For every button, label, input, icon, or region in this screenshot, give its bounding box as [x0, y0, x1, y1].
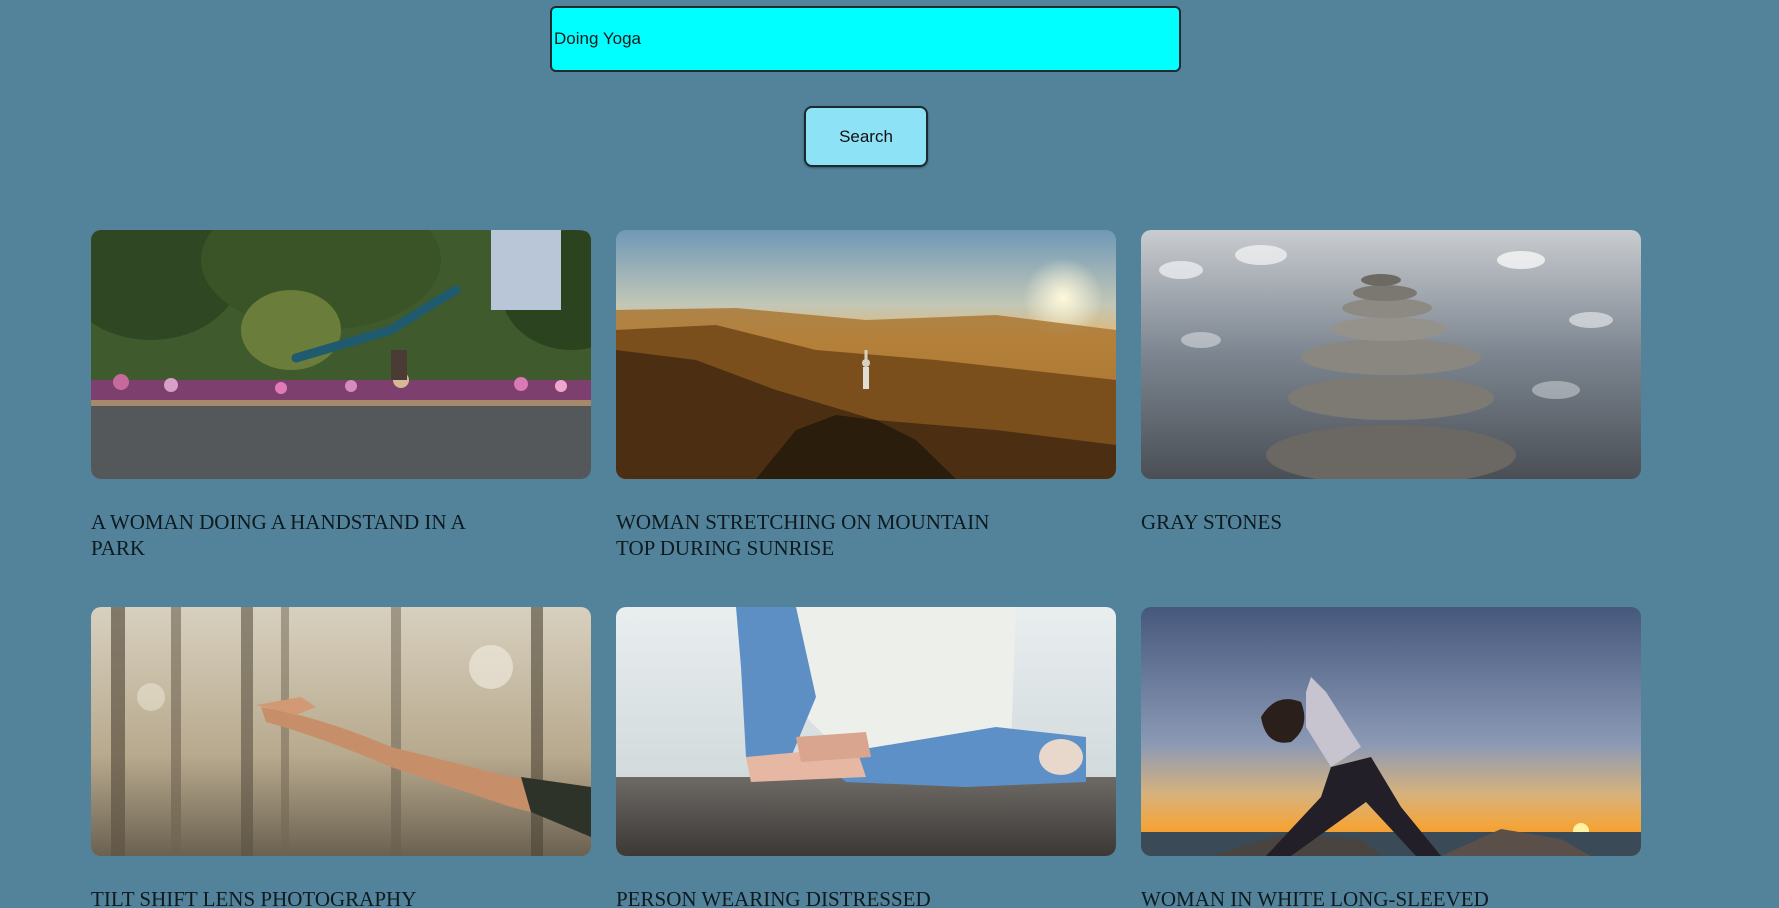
result-caption: GRAY STONES	[1141, 510, 1283, 534]
result-image-distressed-jeans[interactable]	[616, 607, 1116, 856]
result-card[interactable]: WOMAN STRETCHING ON MOUNTAIN TOP DURING …	[616, 230, 1116, 561]
result-card[interactable]: WOMAN IN WHITE LONG-SLEEVED	[1141, 607, 1641, 908]
result-card[interactable]: PERSON WEARING DISTRESSED	[616, 607, 1116, 908]
result-card[interactable]: TILT SHIFT LENS PHOTOGRAPHY	[91, 607, 591, 908]
result-caption: A WOMAN DOING A HANDSTAND IN A PARK	[91, 510, 465, 560]
result-caption: WOMAN STRETCHING ON MOUNTAIN TOP DURING …	[616, 510, 990, 560]
result-image-handstand-park[interactable]	[91, 230, 591, 479]
result-caption: TILT SHIFT LENS PHOTOGRAPHY	[91, 887, 417, 908]
result-image-gray-stones[interactable]	[1141, 230, 1641, 479]
result-image-white-long-sleeved[interactable]	[1141, 607, 1641, 856]
search-input[interactable]	[550, 6, 1181, 72]
result-image-mountain-sunrise[interactable]	[616, 230, 1116, 479]
search-button[interactable]: Search	[804, 106, 928, 167]
result-image-tilt-shift[interactable]	[91, 607, 591, 856]
result-card[interactable]: GRAY STONES	[1141, 230, 1641, 535]
result-card[interactable]: A WOMAN DOING A HANDSTAND IN A PARK	[91, 230, 591, 561]
result-caption: PERSON WEARING DISTRESSED	[616, 887, 931, 908]
result-caption: WOMAN IN WHITE LONG-SLEEVED	[1141, 887, 1489, 908]
